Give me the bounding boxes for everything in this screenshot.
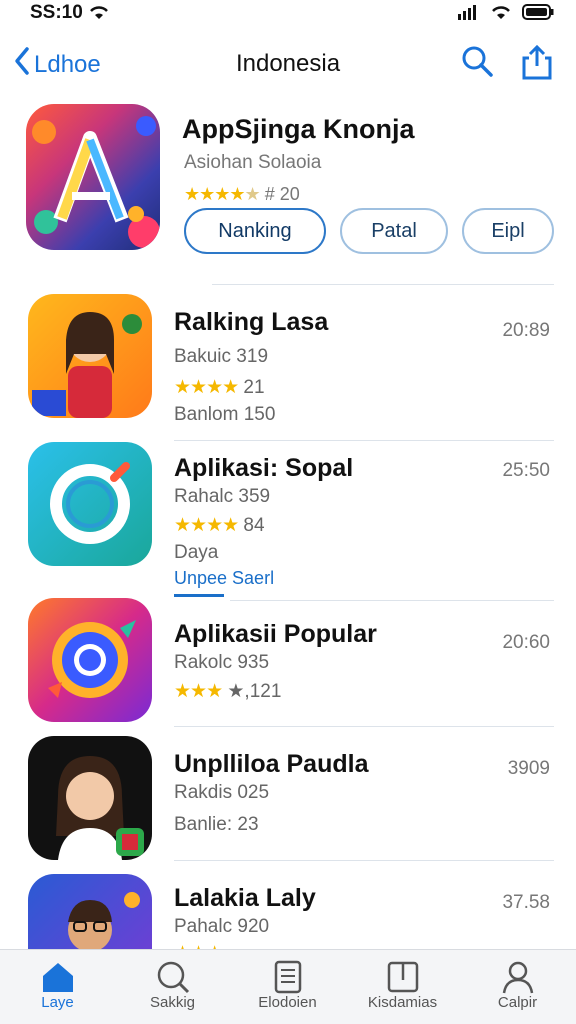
list-item[interactable]: Unplliloa Paudla Rakdis 025 Banlie: 23 3…	[0, 736, 576, 861]
app-icon	[28, 442, 152, 566]
tab-documents[interactable]: Elodoien	[230, 960, 345, 1011]
app-subtitle: Rakolc 935	[174, 652, 270, 673]
app-time: 3909	[507, 758, 550, 779]
search-icon[interactable]	[460, 44, 494, 85]
app-icon	[28, 598, 152, 722]
app-title: Aplikasi: Sopal	[174, 454, 354, 482]
tab-label: Laye	[41, 994, 74, 1011]
app-icon	[26, 104, 160, 250]
wifi-icon	[88, 4, 110, 25]
app-rating: ★★★ ★,121	[174, 680, 281, 703]
tab-search[interactable]: Sakkig	[115, 960, 230, 1011]
star-rating: ★★★	[174, 681, 223, 702]
app-time: 20:60	[502, 632, 550, 653]
app-detail: Daya	[174, 542, 219, 563]
search-icon	[115, 960, 230, 994]
featured-title: AppSjinga Knonja	[182, 114, 415, 144]
person-icon	[460, 960, 575, 994]
app-title: Lalakia Laly	[174, 884, 316, 912]
app-rating: ★★★★ 84	[174, 514, 265, 537]
app-subtitle: Rakdis 025	[174, 782, 270, 803]
app-title: Ralking Lasa	[174, 308, 329, 336]
tab-label: Calpir	[497, 994, 538, 1011]
list-item[interactable]: Aplikasii Popular Rakolc 935 ★★★ ★,121 2…	[0, 598, 576, 730]
featured-rating: ★★★★★ # 20	[184, 184, 300, 205]
list-item[interactable]: Ralking Lasa Bakuic 319 ★★★★ 21 Banlom 1…	[0, 294, 576, 441]
app-time: 37.58	[502, 892, 550, 913]
app-link[interactable]: Unpee Saerl	[174, 568, 274, 589]
tab-library[interactable]: Kisdamias	[345, 960, 460, 1011]
app-icon	[28, 736, 152, 860]
tab-home[interactable]: Laye	[0, 960, 115, 1011]
tab-label: Kisdamias	[367, 994, 438, 1011]
tab-profile[interactable]: Calpir	[460, 960, 575, 1011]
app-icon	[28, 294, 152, 418]
app-time: 20:89	[502, 320, 550, 341]
app-subtitle: Rahalc 359	[174, 486, 271, 507]
app-title: Aplikasii Popular	[174, 620, 377, 648]
app-rating: ★★★★ 21	[174, 376, 265, 399]
wifi-icon	[490, 4, 512, 25]
status-bar: SS:10	[0, 0, 576, 28]
star-rating: ★★★★	[174, 515, 239, 536]
app-time: 25:50	[502, 460, 550, 481]
nanking-button[interactable]: Nanking	[184, 208, 326, 254]
status-time: SS:10	[30, 2, 83, 23]
divider	[174, 440, 554, 441]
divider	[174, 726, 554, 727]
app-detail: Banlom 150	[174, 404, 276, 425]
list-item[interactable]: Aplikasi: Sopal Rahalc 359 ★★★★ 84 Daya …	[0, 442, 576, 602]
rating-count: 21	[243, 377, 265, 398]
signal-icon	[458, 4, 480, 25]
home-icon	[0, 960, 115, 994]
app-title: Unplliloa Paudla	[174, 750, 369, 778]
rating-count: # 20	[264, 184, 300, 204]
document-icon	[230, 960, 345, 994]
star-rating: ★★★★★	[184, 184, 261, 204]
divider	[212, 284, 554, 285]
featured-app[interactable]: AppSjinga Knonja Asiohan Solaoia ★★★★★ #…	[26, 104, 566, 264]
app-detail: Banlie: 23	[174, 814, 259, 835]
rating-count: ★,121	[227, 681, 282, 702]
navigation-bar: Ldhoe Indonesia	[0, 38, 576, 88]
eipl-button[interactable]: Eipl	[462, 208, 554, 254]
link-underline	[174, 594, 224, 597]
star-rating: ★★★★	[174, 377, 239, 398]
tab-label: Sakkig	[149, 994, 196, 1011]
share-icon[interactable]	[520, 44, 554, 85]
divider	[174, 860, 554, 861]
tab-bar: Laye Sakkig Elodoien Kisdamias Calpir	[0, 949, 576, 1024]
patal-button[interactable]: Patal	[340, 208, 448, 254]
list-item[interactable]: Lalakia Laly Pahalc 920 ★★★ 37.58	[0, 874, 576, 998]
rating-count: 84	[243, 515, 265, 536]
book-icon	[345, 960, 460, 994]
app-subtitle: Pahalc 920	[174, 916, 270, 937]
tab-label: Elodoien	[258, 994, 317, 1011]
app-subtitle: Bakuic 319	[174, 346, 269, 367]
battery-icon	[522, 4, 554, 25]
featured-subtitle: Asiohan Solaoia	[184, 152, 322, 173]
